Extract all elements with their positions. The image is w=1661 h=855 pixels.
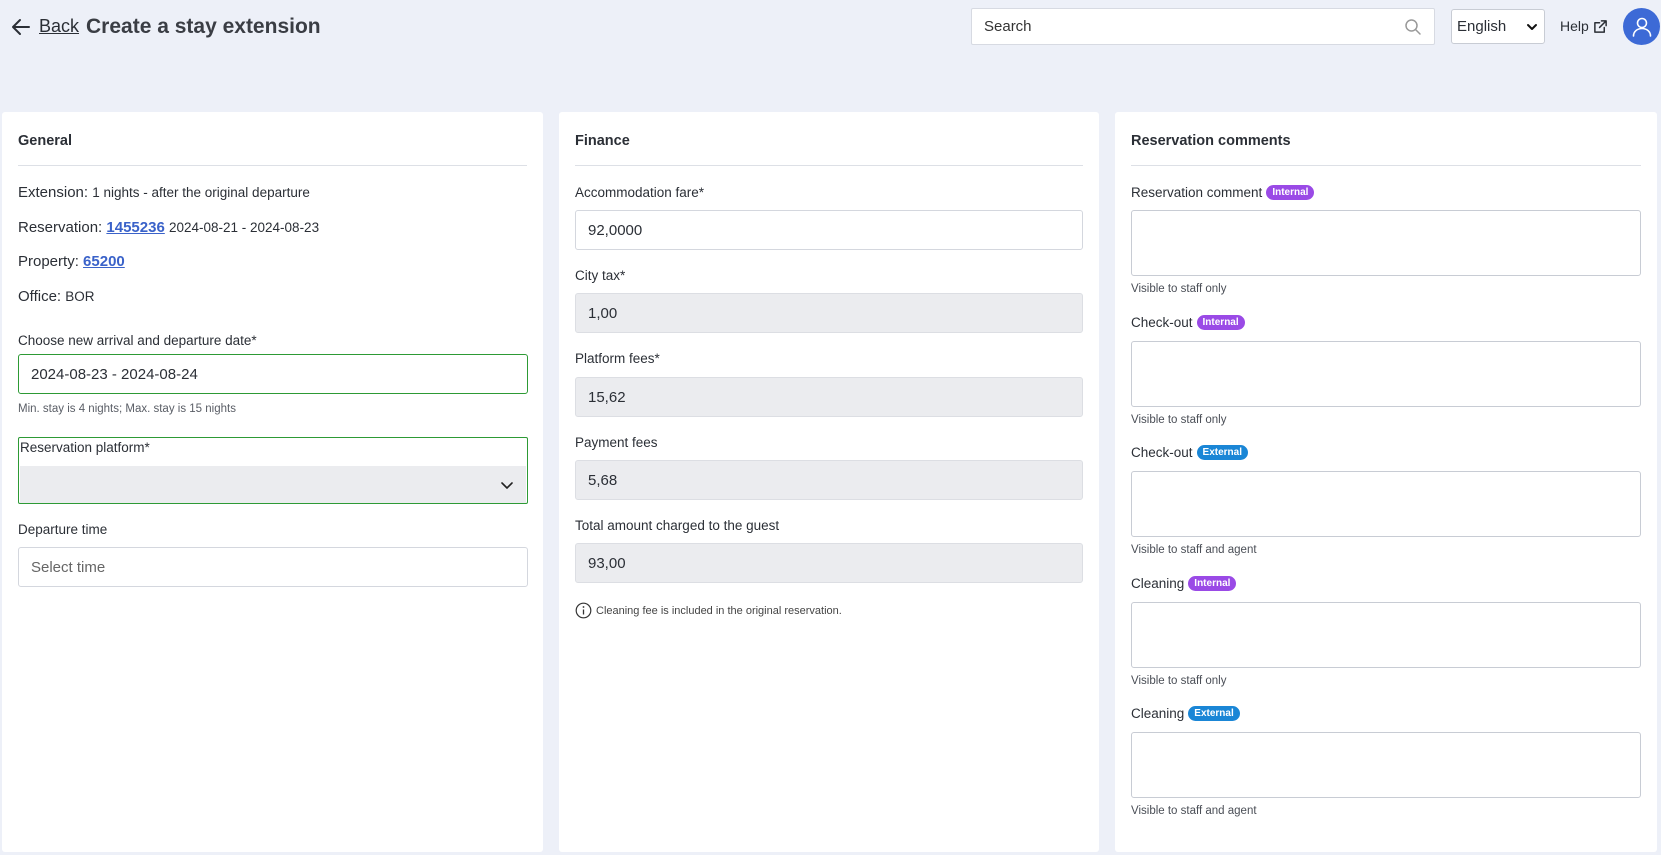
header: Back Create a stay extension English Hel… <box>0 0 1661 54</box>
city-tax-label: City tax* <box>575 268 626 283</box>
finance-note-text: Cleaning fee is included in the original… <box>596 604 842 617</box>
cleaning-internal-textarea[interactable] <box>1131 602 1641 668</box>
reservation-dates: 2024-08-21 - 2024-08-23 <box>168 220 320 235</box>
finance-title: Finance <box>575 112 1083 166</box>
search-box[interactable] <box>971 8 1435 45</box>
payment-fees-value: 5,68 <box>588 471 618 489</box>
checkout-external-hint: Visible to staff and agent <box>1131 544 1257 556</box>
reservation-label: Reservation <box>18 219 99 236</box>
checkout-internal-hint: Visible to staff only <box>1131 414 1227 426</box>
reservation-link[interactable]: 1455236 <box>106 219 164 236</box>
back-label[interactable]: Back <box>39 16 79 37</box>
internal-badge: Internal <box>1188 576 1237 591</box>
accommodation-fare-label: Accommodation fare* <box>575 185 705 200</box>
internal-badge: Internal <box>1266 185 1315 200</box>
finance-note: Cleaning fee is included in the original… <box>575 602 842 619</box>
finance-card: Finance Accommodation fare* 92,0000 City… <box>559 112 1099 852</box>
city-tax-input: 1,00 <box>575 293 1083 333</box>
reservation-row: Reservation: 1455236 2024-08-21 - 2024-0… <box>18 219 320 236</box>
comments-title: Reservation comments <box>1131 112 1641 166</box>
date-label: Choose new arrival and departure date* <box>18 333 257 348</box>
checkout-internal-textarea[interactable] <box>1131 341 1641 407</box>
arrow-left-icon <box>12 18 30 35</box>
total-amount-input: 93,00 <box>575 543 1083 583</box>
comment-label-text: Check-out <box>1131 315 1193 330</box>
extension-label: Extension <box>18 184 84 201</box>
office-value: BOR <box>65 289 95 304</box>
checkout-internal-label: Check-out Internal <box>1131 315 1245 330</box>
cleaning-external-hint: Visible to staff and agent <box>1131 805 1257 817</box>
departure-placeholder: Select time <box>31 558 106 576</box>
platform-field[interactable]: Reservation platform* <box>18 437 528 504</box>
page-title: Create a stay extension <box>86 15 321 38</box>
cleaning-external-textarea[interactable] <box>1131 732 1641 798</box>
cleaning-internal-label: Cleaning Internal <box>1131 576 1237 591</box>
internal-badge: Internal <box>1196 315 1245 330</box>
platform-select[interactable] <box>20 466 526 503</box>
city-tax-value: 1,00 <box>588 304 618 322</box>
date-hint: Min. stay is 4 nights; Max. stay is 15 n… <box>18 403 236 415</box>
platform-fees-value: 15,62 <box>588 388 626 406</box>
search-icon[interactable] <box>1404 18 1422 36</box>
back-button[interactable]: Back <box>11 16 79 37</box>
platform-fees-input: 15,62 <box>575 377 1083 417</box>
total-amount-value: 93,00 <box>588 554 626 572</box>
accommodation-fare-value: 92,0000 <box>588 221 643 239</box>
general-title: General <box>18 112 527 166</box>
chevron-down-icon <box>501 481 513 489</box>
avatar[interactable] <box>1623 8 1660 45</box>
info-icon <box>575 602 592 619</box>
language-select[interactable]: English <box>1451 9 1545 44</box>
comment-label-text: Check-out <box>1131 445 1193 460</box>
comment-label-text: Reservation comment <box>1131 185 1263 200</box>
comments-card: Reservation comments Reservation comment… <box>1115 112 1657 852</box>
platform-fees-label: Platform fees* <box>575 351 660 366</box>
help-link[interactable]: Help <box>1560 18 1608 34</box>
payment-fees-input: 5,68 <box>575 460 1083 500</box>
extension-value: 1 nights - after the original departure <box>92 185 310 200</box>
office-row: Office: BOR <box>18 288 95 305</box>
general-card: General Extension: 1 nights - after the … <box>2 112 543 852</box>
comment-label-text: Cleaning <box>1131 576 1185 591</box>
search-input[interactable] <box>984 18 1404 35</box>
comment-label-text: Cleaning <box>1131 706 1185 721</box>
total-amount-label: Total amount charged to the guest <box>575 518 780 533</box>
help-label[interactable]: Help <box>1560 18 1589 34</box>
chevron-down-icon <box>1527 23 1537 30</box>
extension-row: Extension: 1 nights - after the original… <box>18 184 310 201</box>
property-link[interactable]: 65200 <box>83 253 125 270</box>
payment-fees-label: Payment fees <box>575 435 658 450</box>
platform-label: Reservation platform* <box>20 440 150 455</box>
cleaning-external-label: Cleaning External <box>1131 706 1240 721</box>
checkout-external-label: Check-out External <box>1131 445 1248 460</box>
cleaning-internal-hint: Visible to staff only <box>1131 675 1227 687</box>
office-label: Office <box>18 288 57 305</box>
external-link-icon <box>1593 19 1607 33</box>
reservation-comment-textarea[interactable] <box>1131 210 1641 276</box>
accommodation-fare-input[interactable]: 92,0000 <box>575 210 1083 250</box>
user-icon <box>1632 17 1651 37</box>
language-value: English <box>1457 18 1507 35</box>
property-label: Property <box>18 253 75 270</box>
property-row: Property: 65200 <box>18 253 125 270</box>
external-badge: External <box>1196 445 1248 460</box>
reservation-comment-hint: Visible to staff only <box>1131 283 1227 295</box>
reservation-comment-label: Reservation comment Internal <box>1131 185 1315 200</box>
external-badge: External <box>1188 706 1240 721</box>
departure-label: Departure time <box>18 522 108 537</box>
checkout-external-textarea[interactable] <box>1131 471 1641 537</box>
date-range-field[interactable]: 2024-08-23 - 2024-08-24 <box>18 354 528 394</box>
departure-time-input[interactable]: Select time <box>18 547 528 587</box>
date-range-value: 2024-08-23 - 2024-08-24 <box>31 365 198 383</box>
